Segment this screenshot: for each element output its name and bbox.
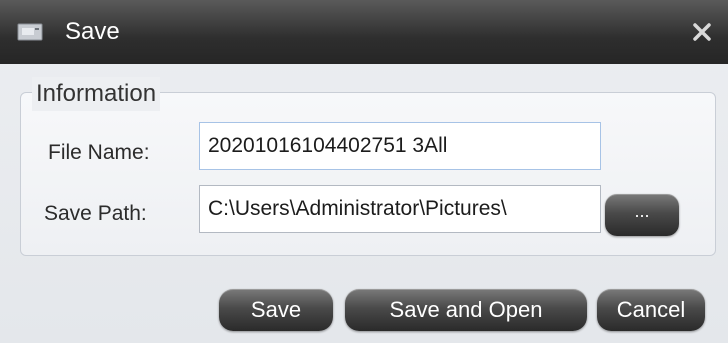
save-button[interactable]: Save bbox=[219, 289, 333, 331]
save-dialog: Save Information File Name: 202010161044… bbox=[0, 0, 728, 343]
title-bar[interactable]: Save bbox=[0, 0, 728, 64]
window-title: Save bbox=[65, 18, 120, 45]
browse-button[interactable]: ... bbox=[605, 194, 679, 236]
file-name-label: File Name: bbox=[48, 141, 150, 164]
save-and-open-button[interactable]: Save and Open bbox=[345, 289, 587, 331]
cancel-button[interactable]: Cancel bbox=[597, 289, 705, 331]
save-icon bbox=[15, 20, 45, 44]
information-legend: Information bbox=[32, 77, 161, 111]
file-name-field[interactable]: 20201016104402751 3All bbox=[199, 122, 601, 170]
save-path-label: Save Path: bbox=[44, 202, 147, 225]
close-icon[interactable] bbox=[690, 20, 714, 44]
save-path-field[interactable]: C:\Users\Administrator\Pictures\ bbox=[199, 185, 601, 233]
